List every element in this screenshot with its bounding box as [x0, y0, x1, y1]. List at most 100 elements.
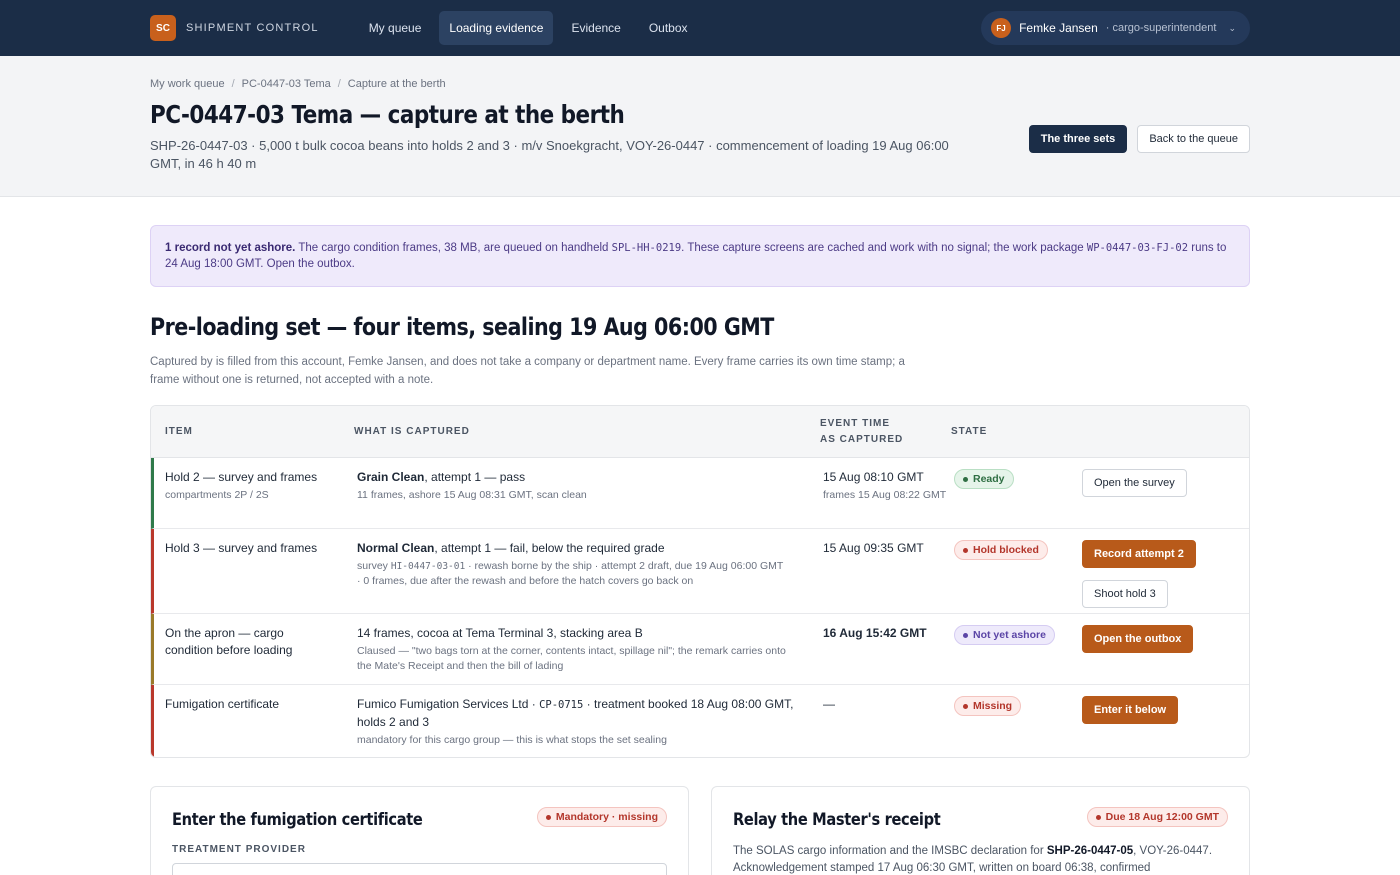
event-time: 15 Aug 08:10 GMT: [823, 470, 924, 484]
receipt-card: Relay the Master's receipt Due 18 Aug 12…: [711, 786, 1250, 875]
brand-name: SHIPMENT CONTROL: [186, 22, 319, 34]
record-attempt-button[interactable]: Record attempt 2: [1082, 540, 1196, 568]
status-badge: Missing: [954, 696, 1022, 716]
card-title: Enter the fumigation certificate: [172, 810, 423, 830]
item-title: Hold 2 — survey and frames: [165, 470, 318, 484]
survey-id: HI-0447-03-01: [390, 561, 466, 572]
brand[interactable]: SC SHIPMENT CONTROL: [150, 15, 319, 41]
status-label: Due 18 Aug 12:00 GMT: [1105, 811, 1219, 823]
table-row: Hold 2 — survey and frames compartments …: [151, 458, 1249, 529]
what-cell: Grain Clean, attempt 1 — pass 11 frames,…: [357, 469, 823, 528]
what-a: Fumico Fumigation Services Ltd ·: [357, 697, 540, 711]
column-header-event-time: EVENT TIME AS CAPTURED: [820, 416, 951, 448]
state-cell: Ready: [954, 469, 1082, 528]
status-label: Not yet ashore: [973, 629, 1046, 641]
what-rest: , attempt 1 — fail, below the required g…: [434, 541, 665, 555]
card-title: Relay the Master's receipt: [733, 810, 941, 830]
time-cell: 15 Aug 09:35 GMT: [823, 540, 954, 613]
status-dot-icon: [963, 632, 968, 638]
page-header: My work queue / PC-0447-03 Tema / Captur…: [0, 56, 1400, 197]
time-cell: 16 Aug 15:42 GMT: [823, 625, 954, 684]
shoot-hold-button[interactable]: Shoot hold 3: [1082, 580, 1168, 608]
nav-my-queue[interactable]: My queue: [359, 11, 432, 45]
card-text: The SOLAS cargo information and the IMSB…: [733, 843, 1228, 875]
what-main: Fumico Fumigation Services Ltd · CP-0715…: [357, 696, 797, 731]
section-description: Captured by is filled from this account,…: [150, 356, 905, 386]
handheld-id: SPL-HH-0219: [611, 242, 682, 254]
time-cell: —: [823, 696, 954, 757]
status-dot-icon: [963, 476, 968, 482]
what-sub: survey HI-0447-03-01 · rewash borne by t…: [357, 559, 787, 589]
breadcrumb: My work queue / PC-0447-03 Tema / Captur…: [150, 78, 1250, 90]
top-navigation-bar: SC SHIPMENT CONTROL My queue Loading evi…: [0, 0, 1400, 56]
breadcrumb-item-shipment[interactable]: PC-0447-03 Tema: [242, 78, 331, 90]
status-dot-icon: [963, 547, 968, 553]
status-badge: Mandatory · missing: [536, 807, 667, 827]
status-label: Missing: [973, 700, 1013, 712]
preloading-table: ITEM WHAT IS CAPTURED EVENT TIME AS CAPT…: [150, 405, 1250, 758]
page-subtitle: SHP-26-0447-03 · 5,000 t bulk cocoa bean…: [150, 138, 949, 171]
column-header-event-time-line2: AS CAPTURED: [820, 433, 904, 445]
item-cell: Hold 3 — survey and frames: [154, 540, 357, 613]
what-main: Grain Clean, attempt 1 — pass: [357, 469, 823, 486]
table-header: ITEM WHAT IS CAPTURED EVENT TIME AS CAPT…: [151, 406, 1249, 458]
cards-row: Enter the fumigation certificate Mandato…: [150, 786, 1250, 875]
status-dot-icon: [963, 703, 968, 709]
three-sets-button[interactable]: The three sets: [1028, 125, 1128, 153]
item-title: On the apron — cargo condition before lo…: [165, 626, 293, 657]
main-content: 1 record not yet ashore. The cargo condi…: [0, 197, 1400, 875]
column-header-item: ITEM: [165, 425, 193, 437]
state-cell: Hold blocked: [954, 540, 1082, 613]
status-dot-icon: [545, 814, 551, 820]
breadcrumb-separator: /: [231, 78, 235, 90]
event-time: 16 Aug 15:42 GMT: [823, 626, 927, 640]
what-main: Normal Clean, attempt 1 — fail, below th…: [357, 540, 823, 557]
column-header-what: WHAT IS CAPTURED: [354, 425, 470, 437]
table-row: Fumigation certificate Fumico Fumigation…: [151, 685, 1249, 757]
status-dot-icon: [1095, 814, 1101, 820]
page-title: PC-0447-03 Tema — capture at the berth: [150, 100, 625, 129]
item-cell: On the apron — cargo condition before lo…: [154, 625, 357, 684]
banner-text: . These capture screens are cached and w…: [681, 242, 1087, 254]
user-name: Femke Jansen: [1019, 21, 1098, 35]
event-time: 15 Aug 09:35 GMT: [823, 541, 924, 555]
what-cell: Normal Clean, attempt 1 — fail, below th…: [357, 540, 823, 613]
item-title: Fumigation certificate: [165, 697, 280, 711]
nav-loading-evidence[interactable]: Loading evidence: [439, 11, 554, 45]
back-to-queue-button[interactable]: Back to the queue: [1137, 125, 1250, 153]
actions-cell: Open the outbox: [1082, 625, 1249, 684]
work-package-id: WP-0447-03-FJ-02: [1086, 242, 1189, 254]
what-rest: , attempt 1 — pass: [424, 470, 526, 484]
status-badge: Due 18 Aug 12:00 GMT: [1086, 807, 1228, 827]
certificate-code: CP-0715: [539, 699, 584, 711]
fumigation-card: Enter the fumigation certificate Mandato…: [150, 786, 689, 875]
open-outbox-button[interactable]: Open the outbox: [1082, 625, 1194, 653]
state-cell: Missing: [954, 696, 1082, 757]
actions-cell: Enter it below: [1082, 696, 1249, 757]
status-badge: Ready: [954, 469, 1014, 489]
card-text-a: The SOLAS cargo information and the IMSB…: [733, 845, 1047, 857]
nav-evidence[interactable]: Evidence: [561, 11, 630, 45]
brand-logo: SC: [150, 15, 176, 41]
breadcrumb-item-queue[interactable]: My work queue: [150, 78, 225, 90]
status-label: Ready: [973, 473, 1005, 485]
nav-outbox[interactable]: Outbox: [639, 11, 698, 45]
what-bold: Grain Clean: [357, 470, 425, 484]
user-menu[interactable]: FJ Femke Jansen · cargo-superintendent ⌄: [981, 11, 1250, 45]
item-title: Hold 3 — survey and frames: [165, 541, 318, 555]
enter-below-button[interactable]: Enter it below: [1082, 696, 1179, 724]
what-sub: Claused — "two bags torn at the corner, …: [357, 645, 786, 672]
what-sub: mandatory for this cargo group — this is…: [357, 734, 667, 746]
outbox-banner: 1 record not yet ashore. The cargo condi…: [150, 225, 1250, 287]
breadcrumb-separator: /: [337, 78, 341, 90]
event-time-sub: frames 15 Aug 08:22 GMT: [823, 489, 947, 501]
treatment-provider-input[interactable]: [172, 863, 667, 875]
what-sub-a: survey: [357, 560, 391, 572]
open-survey-button[interactable]: Open the survey: [1082, 469, 1187, 497]
header-actions: The three sets Back to the queue: [1028, 125, 1250, 153]
what-cell: 14 frames, cocoa at Tema Terminal 3, sta…: [357, 625, 823, 684]
item-sub: compartments 2P / 2S: [165, 489, 269, 501]
what-sub: 11 frames, ashore 15 Aug 08:31 GMT, scan…: [357, 489, 587, 501]
breadcrumb-item-current: Capture at the berth: [347, 78, 446, 90]
item-cell: Hold 2 — survey and frames compartments …: [154, 469, 357, 528]
